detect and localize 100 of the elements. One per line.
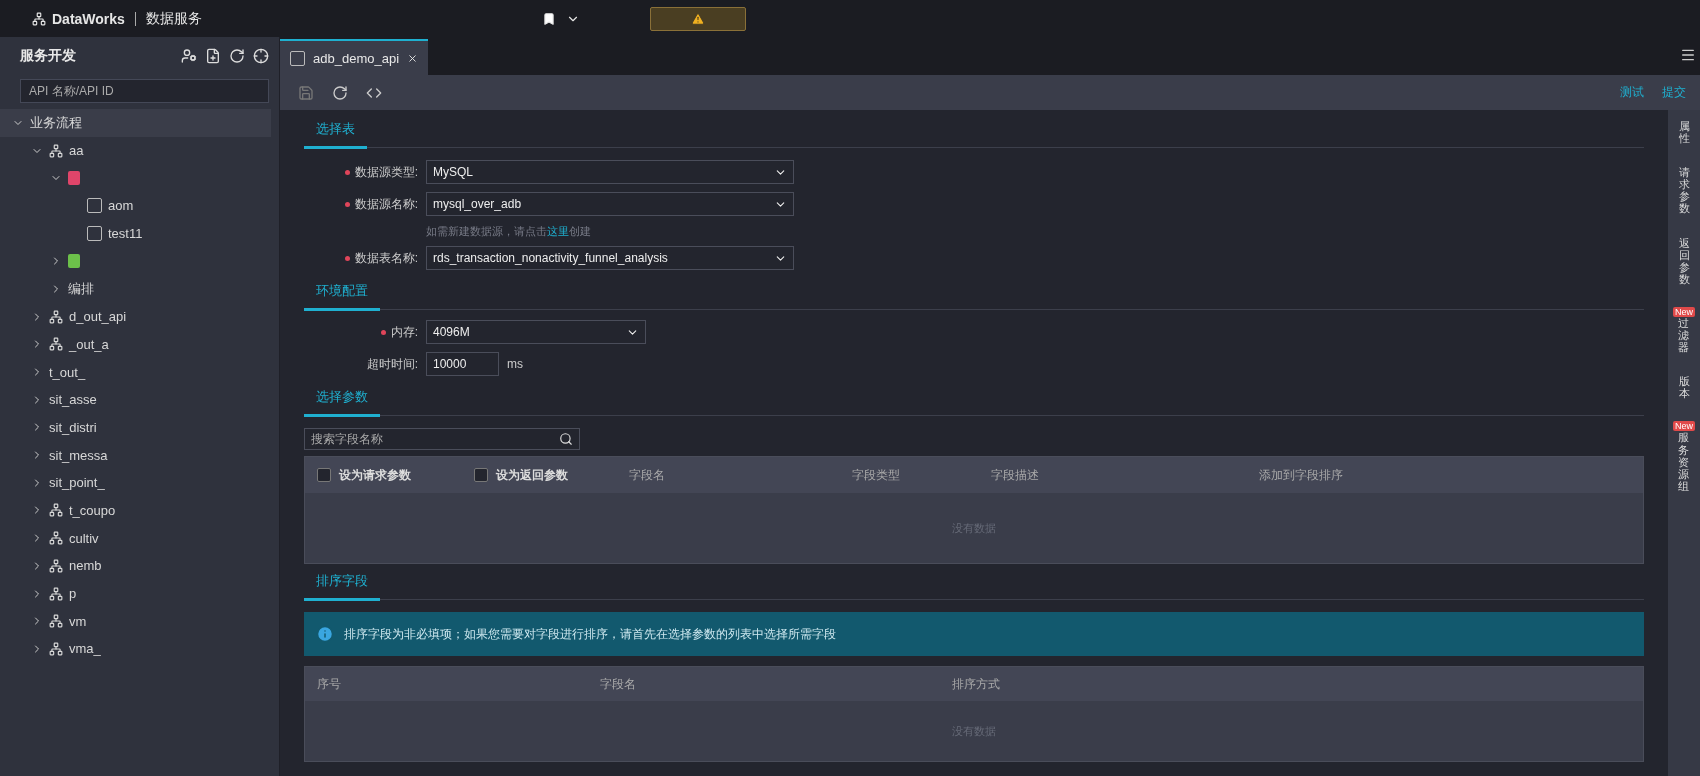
hierarchy-icon — [49, 531, 63, 546]
column-header: 添加到字段排序 — [1258, 466, 1344, 484]
column-header: 字段名 — [628, 466, 666, 484]
save-icon[interactable] — [298, 84, 314, 101]
locate-icon[interactable] — [253, 48, 269, 64]
tree-item[interactable]: sit_point_ — [0, 468, 279, 497]
tree-label: sit_asse — [49, 392, 97, 408]
input-field[interactable]: 10000 — [426, 352, 499, 376]
tree-label: 业务流程 — [30, 113, 82, 132]
hierarchy-icon — [49, 614, 63, 629]
tree-label: d_out_api — [69, 309, 127, 325]
tree-item[interactable]: cultiv — [0, 524, 279, 552]
tree-item[interactable]: _out_a — [0, 330, 279, 359]
product-name: 数据服务 — [145, 9, 202, 28]
new-badge: New — [1673, 421, 1695, 432]
side-tab[interactable]: New 服务资源组 — [1673, 421, 1695, 492]
tree-item[interactable]: aom — [0, 192, 279, 220]
side-tab[interactable]: New 过滤器 — [1673, 306, 1695, 354]
tree-label: test11 — [108, 226, 143, 242]
hierarchy-icon — [49, 337, 63, 352]
new-badge: New — [1673, 306, 1695, 317]
tree-label: t_out_ — [49, 364, 86, 380]
api-icon — [290, 50, 305, 66]
tree-label: p — [69, 586, 77, 602]
search-field[interactable]: 搜索字段名称 — [304, 428, 580, 450]
tree-item[interactable]: t_coupo — [0, 496, 279, 525]
side-tab[interactable]: 请求参数 — [1678, 166, 1690, 215]
new-file-icon[interactable] — [205, 48, 221, 64]
unit-label: ms — [507, 357, 523, 371]
tree-label: vma_ — [69, 641, 101, 657]
tree-item[interactable]: sit_distri — [0, 413, 279, 442]
field-label: 数据表名称: — [354, 250, 418, 265]
tree-item[interactable]: vm — [0, 607, 279, 636]
column-header: 字段描述 — [990, 466, 1040, 484]
tree-item[interactable]: p — [0, 579, 279, 608]
select-field[interactable]: 4096M — [426, 320, 646, 344]
hierarchy-icon — [49, 309, 63, 324]
field-label: 内存: — [390, 324, 418, 339]
checkbox[interactable] — [474, 468, 488, 482]
column-header: 字段名 — [599, 675, 637, 693]
tree-label: sit_point_ — [49, 475, 105, 491]
refresh-icon[interactable] — [332, 84, 348, 101]
hierarchy-icon — [49, 503, 63, 518]
column-header: 序号 — [316, 675, 342, 693]
column-header[interactable]: 设为请求参数 — [305, 466, 462, 484]
column-header: 排序方式 — [951, 675, 1001, 693]
field-label: 数据源名称: — [354, 196, 418, 211]
hint-text: 如需新建数据源，请点击这里创建 — [426, 223, 592, 239]
tree-item[interactable]: 业务流程 — [0, 109, 271, 137]
column-header: 字段类型 — [851, 466, 901, 484]
tree-label: aa — [69, 143, 84, 159]
tree-item[interactable]: 编排 — [0, 275, 279, 303]
tree-label: sit_distri — [49, 419, 97, 435]
tree-item[interactable]: sit_asse — [0, 385, 279, 414]
search-icon[interactable] — [559, 432, 573, 446]
tree-label: t_coupo — [69, 502, 116, 518]
toolbar-link[interactable]: 提交 — [1662, 84, 1686, 101]
select-field[interactable]: MySQL — [426, 160, 794, 184]
tree-item[interactable]: test11 — [0, 219, 279, 248]
tree-item[interactable]: vma_ — [0, 635, 279, 663]
warning-banner[interactable] — [649, 6, 746, 31]
tree-label: sit_messa — [49, 447, 108, 463]
info-text: 排序字段为非必填项；如果您需要对字段进行排序，请首先在选择参数的列表中选择所需字段 — [344, 625, 836, 643]
logo[interactable]: DataWorks — [32, 10, 125, 27]
create-link[interactable]: 这里 — [547, 224, 569, 237]
checkbox[interactable] — [317, 468, 331, 482]
tree-label: nemb — [69, 558, 102, 574]
bookmark-icon[interactable] — [541, 11, 556, 26]
select-field[interactable]: rds_transaction_nonactivity_funnel_analysis — [426, 246, 794, 270]
search-field[interactable]: API 名称/API ID — [20, 79, 269, 103]
tree-item[interactable]: aa — [0, 136, 279, 165]
side-tab[interactable]: 返回参数 — [1678, 236, 1690, 285]
toolbar-link[interactable]: 测试 — [1620, 84, 1644, 101]
tree-label: cultiv — [69, 530, 99, 546]
section-tab[interactable]: 环境配置 — [304, 274, 380, 311]
section-tab[interactable]: 选择表 — [304, 112, 367, 149]
refresh-icon[interactable] — [229, 48, 245, 64]
select-field[interactable]: mysql_over_adb — [426, 192, 794, 216]
sidebar-title: 服务开发 — [20, 47, 76, 65]
section-tab[interactable]: 排序字段 — [304, 564, 380, 601]
tree-label: vm — [69, 613, 87, 629]
hierarchy-icon — [49, 558, 63, 573]
hierarchy-icon — [49, 586, 63, 601]
side-tab[interactable]: 版本 — [1678, 375, 1690, 400]
side-tab[interactable]: 属性 — [1678, 120, 1690, 145]
editor-tab[interactable]: adb_demo_api — [280, 39, 429, 75]
tree-item[interactable]: t_out_ — [0, 358, 279, 386]
menu-icon[interactable] — [1680, 47, 1696, 63]
user-icon[interactable] — [181, 48, 197, 64]
hierarchy-icon — [49, 143, 63, 158]
api-icon — [87, 198, 102, 214]
tree-item[interactable]: d_out_api — [0, 302, 279, 331]
tree-label: aom — [108, 198, 134, 214]
info-icon — [316, 625, 334, 643]
section-tab[interactable]: 选择参数 — [304, 380, 380, 417]
close-icon[interactable] — [407, 52, 419, 64]
tree-item[interactable]: sit_messa — [0, 441, 279, 469]
hierarchy-icon — [49, 641, 63, 656]
tree-item[interactable]: nemb — [0, 552, 279, 580]
column-header[interactable]: 设为返回参数 — [462, 466, 617, 484]
